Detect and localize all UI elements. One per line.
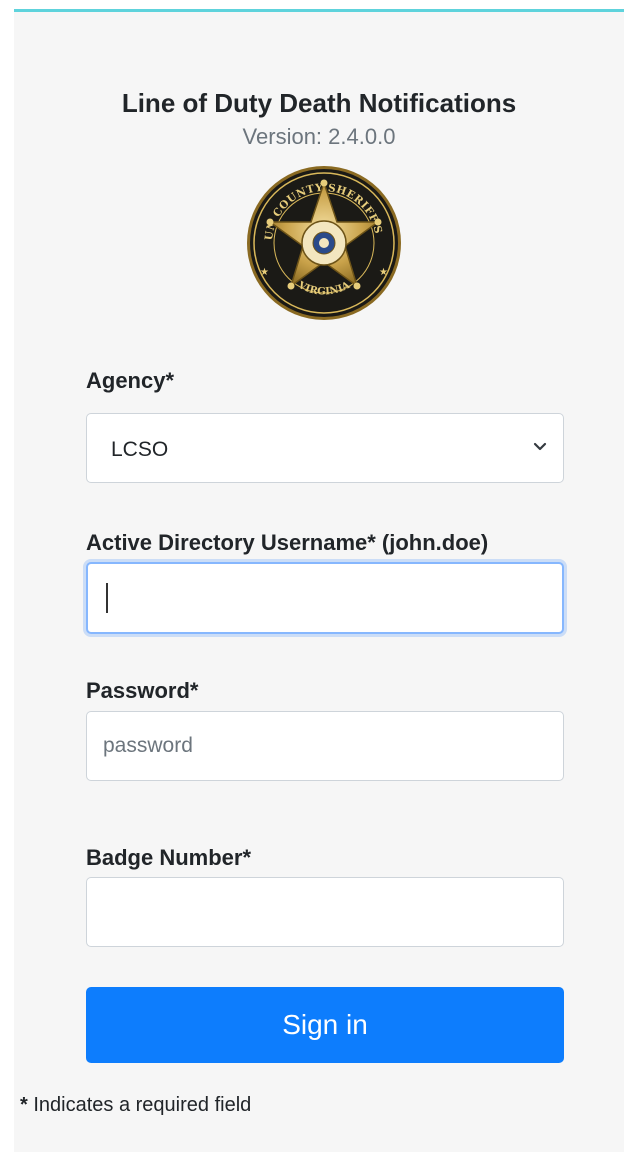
password-input[interactable]: [86, 711, 564, 781]
required-note-text: Indicates a required field: [27, 1094, 252, 1116]
password-label: Password*: [86, 678, 199, 703]
top-accent-bar: [14, 0, 624, 12]
username-input[interactable]: [86, 562, 564, 634]
required-field-note: * Indicates a required field: [20, 1094, 251, 1117]
svg-text:★: ★: [379, 267, 388, 278]
sheriff-badge-logo: LOUDOUN COUNTY SHERIFF'S OFFICE VIRGINIA…: [246, 165, 401, 320]
login-panel: Line of Duty Death Notifications Version…: [14, 12, 624, 1152]
sign-in-button[interactable]: Sign in: [86, 987, 564, 1063]
page-title: Line of Duty Death Notifications: [121, 88, 517, 118]
badge-number-label: Badge Number*: [86, 845, 252, 870]
version-text: Version: 2.4.0.0: [242, 124, 396, 149]
username-label: Active Directory Username* (john.doe): [86, 530, 489, 555]
text-cursor: [106, 583, 108, 613]
svg-text:★: ★: [260, 267, 269, 278]
agency-selected-value: LCSO: [111, 438, 169, 461]
badge-number-input[interactable]: [86, 877, 564, 947]
agency-label: Agency*: [86, 368, 175, 393]
chevron-down-icon: [533, 442, 547, 451]
agency-select[interactable]: LCSO: [86, 413, 564, 483]
required-star: *: [20, 1094, 28, 1116]
